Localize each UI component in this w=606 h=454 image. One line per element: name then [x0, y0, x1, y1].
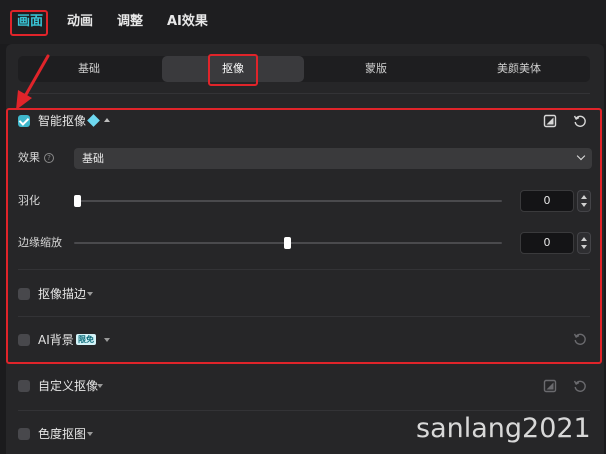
sub-tab-bar: 基础 抠像 蒙版 美颜美体	[18, 56, 590, 82]
tab-adjust[interactable]: 调整	[117, 12, 143, 32]
feather-label: 羽化	[18, 194, 40, 207]
divider	[18, 269, 590, 270]
caret-down-icon[interactable]	[104, 338, 110, 342]
ai-background-checkbox[interactable]	[18, 334, 30, 346]
feather-slider-track[interactable]	[78, 200, 502, 202]
caret-down-icon[interactable]	[97, 384, 103, 388]
compare-icon[interactable]	[543, 379, 557, 393]
tab-animation[interactable]: 动画	[67, 12, 93, 32]
divider	[18, 410, 590, 411]
effect-label: 效果	[18, 151, 40, 164]
subtab-beauty[interactable]: 美颜美体	[448, 56, 590, 82]
feather-slider-handle[interactable]	[74, 195, 81, 207]
chevron-down-icon	[576, 151, 586, 161]
reset-icon[interactable]	[573, 114, 587, 128]
arrow-annotation	[16, 54, 50, 110]
divider	[18, 316, 590, 317]
caret-down-icon[interactable]	[87, 292, 93, 296]
matting-stroke-label: 抠像描边	[38, 287, 87, 301]
reset-icon[interactable]	[573, 332, 587, 346]
custom-matting-label: 自定义抠像	[38, 379, 99, 393]
feather-value-input[interactable]: 0	[520, 190, 574, 212]
subtab-mask[interactable]: 蒙版	[305, 56, 447, 82]
edge-scale-label: 边缘缩放	[18, 236, 62, 249]
compare-icon[interactable]	[543, 114, 557, 128]
subtab-matting[interactable]: 抠像	[162, 56, 304, 82]
caret-down-icon[interactable]	[87, 432, 93, 436]
tab-ai-effects[interactable]: AI效果	[167, 12, 208, 32]
edge-scale-slider-handle[interactable]	[284, 237, 291, 249]
edge-scale-value-input[interactable]: 0	[520, 232, 574, 254]
custom-matting-checkbox[interactable]	[18, 380, 30, 392]
chroma-key-checkbox[interactable]	[18, 428, 30, 440]
caret-up-icon[interactable]	[104, 118, 110, 122]
help-icon[interactable]: ?	[44, 153, 54, 163]
top-tab-bar: 画面 动画 调整 AI效果	[0, 0, 606, 44]
effect-select[interactable]: 基础	[74, 148, 592, 169]
free-badge: 限免	[76, 334, 96, 345]
matting-stroke-checkbox[interactable]	[18, 288, 30, 300]
reset-icon[interactable]	[573, 379, 587, 393]
tab-picture[interactable]: 画面	[17, 12, 43, 32]
divider	[18, 93, 590, 94]
ai-background-label: AI背景	[38, 333, 74, 347]
effect-select-value: 基础	[82, 152, 104, 165]
edge-scale-stepper[interactable]	[577, 232, 591, 254]
smart-matting-label: 智能抠像	[38, 114, 87, 128]
smart-matting-checkbox[interactable]	[18, 115, 30, 127]
watermark-text: sanlang2021	[416, 413, 591, 444]
feather-stepper[interactable]	[577, 190, 591, 212]
chroma-key-label: 色度抠图	[38, 427, 87, 441]
